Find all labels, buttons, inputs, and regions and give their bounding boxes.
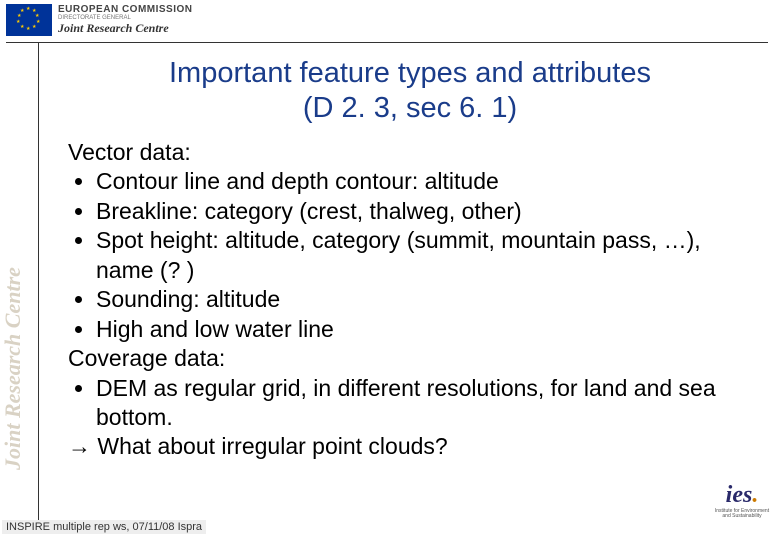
ies-logo: ies. Institute for Environment and Susta…: [714, 482, 770, 532]
list-item: High and low water line: [96, 315, 740, 344]
eu-flag-icon: ★ ★ ★ ★ ★ ★ ★ ★ ★ ★: [6, 4, 52, 36]
header: ★ ★ ★ ★ ★ ★ ★ ★ ★ ★ EUROPEAN COMMISSION …: [6, 4, 193, 36]
org-text: EUROPEAN COMMISSION DIRECTORATE GENERAL …: [58, 4, 193, 35]
sidebar-label: Joint Research Centre: [2, 267, 25, 471]
slide-title: Important feature types and attributes (…: [60, 56, 760, 126]
title-line2: (D 2. 3, sec 6. 1): [303, 92, 517, 124]
list-item: Breakline: category (crest, thalweg, oth…: [96, 197, 740, 226]
org-top: EUROPEAN COMMISSION: [58, 4, 193, 15]
ies-sub: Institute for Environment and Sustainabi…: [714, 509, 770, 519]
list-item: Contour line and depth contour: altitude: [96, 167, 740, 196]
arrow-line: What about irregular point clouds?: [68, 432, 740, 461]
divider-vertical: [38, 42, 39, 524]
list-item: DEM as regular grid, in different resolu…: [96, 374, 740, 433]
coverage-list: DEM as regular grid, in different resolu…: [68, 374, 740, 433]
vector-header: Vector data:: [68, 138, 740, 167]
vector-list: Contour line and depth contour: altitude…: [68, 167, 740, 344]
footer-text: INSPIRE multiple rep ws, 07/11/08 Ispra: [2, 520, 206, 534]
org-bot: Joint Research Centre: [58, 22, 193, 35]
coverage-header: Coverage data:: [68, 344, 740, 373]
ies-mark: ies.: [726, 482, 759, 509]
content: Vector data: Contour line and depth cont…: [68, 138, 740, 462]
sidebar: Joint Research Centre: [2, 60, 30, 480]
list-item: Sounding: altitude: [96, 285, 740, 314]
list-item: Spot height: altitude, category (summit,…: [96, 226, 740, 285]
title-line1: Important feature types and attributes: [169, 57, 651, 89]
divider-horizontal: [6, 42, 768, 43]
